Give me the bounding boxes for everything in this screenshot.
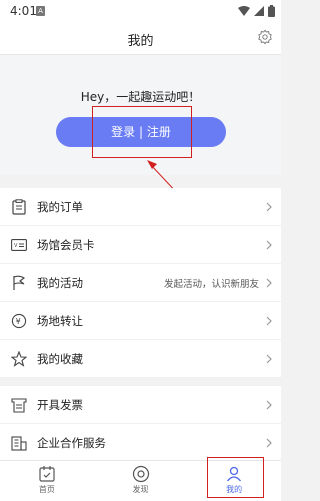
- building-icon: [10, 434, 28, 452]
- discover-icon: [132, 465, 149, 483]
- transfer-icon: ¥: [10, 312, 28, 330]
- menu-item-label: 我的订单: [37, 199, 83, 214]
- menu-group-primary: 我的订单 V 场馆会员卡 我的活动 发起活动，认识新朋友 ¥ 场地转让 我的收藏: [0, 188, 281, 378]
- tab-discover[interactable]: 发现: [94, 461, 188, 501]
- invoice-icon: [10, 396, 28, 414]
- svg-text:¥: ¥: [16, 317, 21, 326]
- chevron-right-icon: [266, 278, 272, 287]
- tab-home[interactable]: 首页: [0, 461, 94, 501]
- svg-text:V: V: [14, 243, 18, 249]
- menu-item-orders[interactable]: 我的订单: [0, 188, 281, 226]
- vip-card-icon: V: [10, 236, 28, 254]
- chevron-right-icon: [266, 438, 272, 447]
- annotation-box-mine-tab: [207, 457, 264, 498]
- menu-item-activities[interactable]: 我的活动 发起活动，认识新朋友: [0, 264, 281, 302]
- flag-icon: [10, 274, 28, 292]
- menu-item-label: 开具发票: [37, 397, 83, 412]
- tab-label: 首页: [38, 485, 55, 494]
- clipboard-icon: [10, 198, 28, 216]
- tab-label: 发现: [132, 485, 149, 494]
- star-icon: [10, 350, 28, 368]
- menu-item-venue-transfer[interactable]: ¥ 场地转让: [0, 302, 281, 340]
- menu-item-invoice[interactable]: 开具发票: [0, 386, 281, 424]
- menu-item-label: 我的收藏: [37, 351, 83, 366]
- chevron-right-icon: [266, 354, 272, 363]
- menu-item-label: 我的活动: [37, 275, 83, 290]
- chevron-right-icon: [266, 400, 272, 409]
- menu-item-venue-card[interactable]: V 场馆会员卡: [0, 226, 281, 264]
- menu-item-favorites[interactable]: 我的收藏: [0, 340, 281, 378]
- menu-item-hint: 发起活动，认识新朋友: [163, 278, 259, 290]
- menu-group-secondary: 开具发票 企业合作服务: [0, 386, 281, 462]
- menu-item-label: 场地转让: [37, 313, 83, 328]
- chevron-right-icon: [266, 240, 272, 249]
- chevron-right-icon: [266, 202, 272, 211]
- menu-item-label: 企业合作服务: [37, 435, 106, 450]
- calendar-icon: [39, 466, 55, 482]
- chevron-right-icon: [266, 316, 272, 325]
- menu-item-label: 场馆会员卡: [37, 237, 95, 252]
